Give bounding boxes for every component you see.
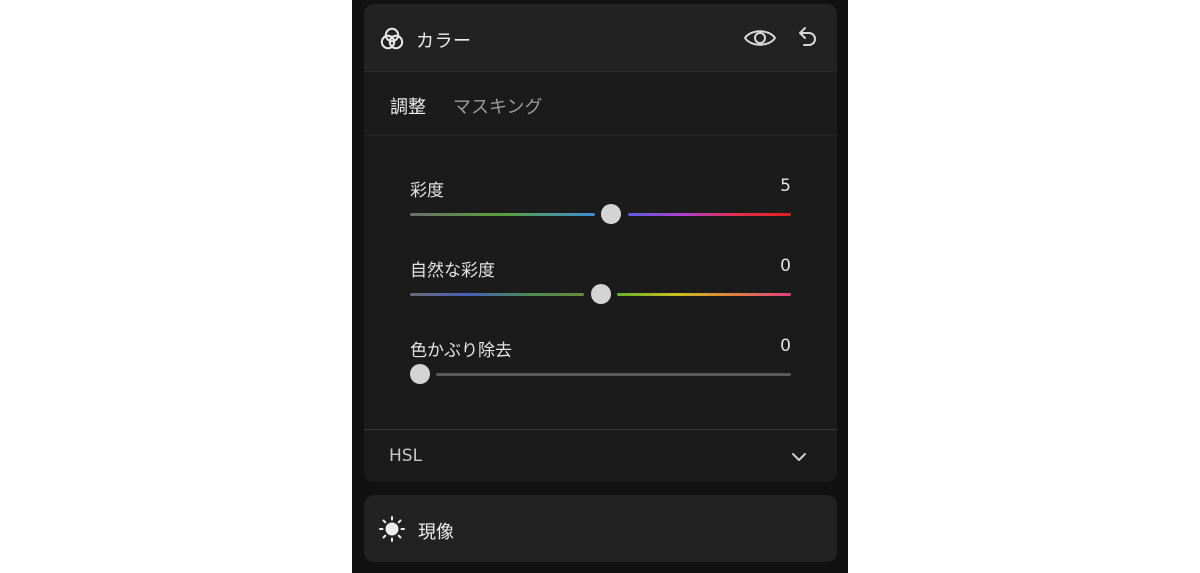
saturation-thumb[interactable] [601, 204, 622, 224]
tab-masking[interactable]: マスキング [453, 93, 542, 119]
saturation-slider[interactable]: 彩度 5 [410, 176, 791, 236]
saturation-label: 彩度 [410, 181, 444, 201]
vibrance-thumb[interactable] [590, 284, 611, 304]
tab-adjust[interactable]: 調整 [390, 93, 426, 119]
hsl-section-header[interactable]: HSL [364, 430, 837, 482]
slider-group: 彩度 5 自然な彩度 0 色かぶり除去 0 [364, 136, 837, 430]
sun-icon [379, 516, 405, 542]
color-panel-header[interactable]: カラー [364, 4, 837, 72]
dehaze-label: 色かぶり除去 [410, 341, 512, 361]
dehaze-track[interactable] [410, 373, 791, 377]
develop-panel-title: 現像 [418, 522, 454, 543]
eye-icon[interactable] [743, 26, 777, 50]
chevron-down-icon[interactable] [790, 450, 808, 464]
vibrance-track-left [410, 293, 584, 296]
tab-bar: 調整 マスキング [364, 72, 837, 136]
dehaze-value[interactable]: 0 [780, 336, 791, 356]
develop-panel-header[interactable]: 現像 [364, 495, 837, 562]
dehaze-track-fill [436, 373, 791, 376]
editor-side-panel: カラー 調整 マスキング 彩度 5 自然な彩度 0 色かぶり除去 0 HSL 現… [352, 0, 848, 573]
vibrance-track-right [617, 293, 791, 296]
saturation-value[interactable]: 5 [780, 176, 791, 196]
color-panel-title: カラー [416, 31, 472, 52]
vibrance-label: 自然な彩度 [410, 261, 495, 281]
color-circles-icon [380, 27, 404, 50]
color-panel: カラー 調整 マスキング 彩度 5 自然な彩度 0 色かぶり除去 0 HSL [364, 4, 837, 482]
dehaze-slider[interactable]: 色かぶり除去 0 [410, 336, 791, 396]
vibrance-slider[interactable]: 自然な彩度 0 [410, 256, 791, 316]
saturation-track-right [628, 213, 791, 216]
saturation-track-left [410, 213, 595, 216]
vibrance-value[interactable]: 0 [780, 256, 791, 276]
dehaze-thumb[interactable] [410, 364, 430, 384]
undo-icon[interactable] [794, 24, 820, 50]
hsl-label: HSL [389, 446, 423, 466]
